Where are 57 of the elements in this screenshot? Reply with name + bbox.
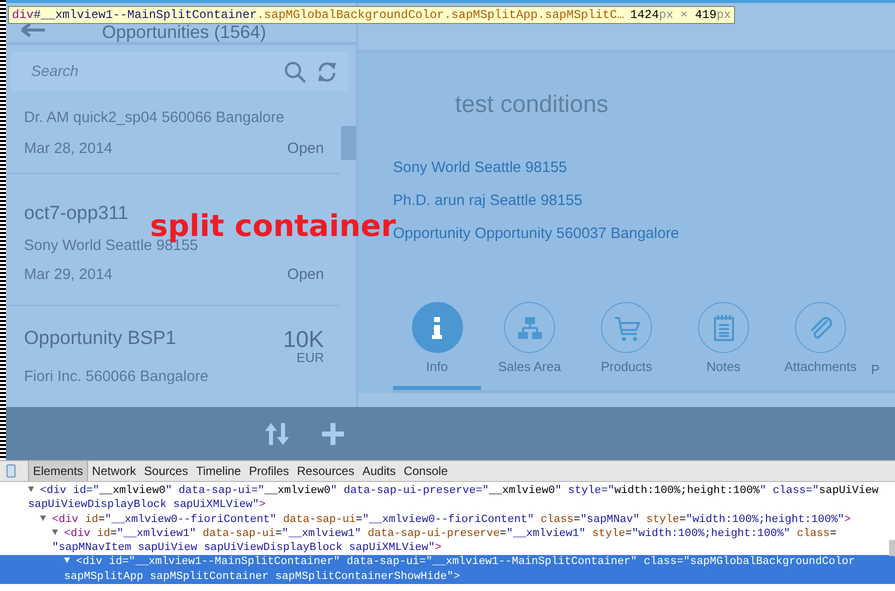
size-text: 1424px × 419px bbox=[630, 8, 731, 22]
item-status: Open bbox=[287, 140, 324, 157]
scrollbar-thumb[interactable] bbox=[889, 540, 895, 556]
hierarchy-icon bbox=[516, 316, 542, 338]
icon-tab[interactable]: Sales Area bbox=[481, 300, 578, 390]
item-currency: EUR bbox=[296, 350, 324, 366]
search-bar[interactable]: Search bbox=[11, 52, 348, 91]
detail-link[interactable]: Opportunity Opportunity 560037 Bangalore bbox=[393, 225, 895, 242]
devtools-tab[interactable]: Sources bbox=[140, 461, 192, 481]
item-title[interactable]: oct7-opp311 bbox=[24, 203, 128, 225]
devtools-tab[interactable]: Resources bbox=[293, 461, 358, 481]
code-line: <div id="__xmlview0--fioriContent" data-sap-ui="__xmlview0--fioriContent" class="sapMNav" style="width:100%;height:100%"> bbox=[52, 512, 851, 527]
info-icon bbox=[432, 316, 442, 338]
icon-tab[interactable]: Notes bbox=[675, 300, 772, 390]
expand-toggle[interactable]: ▼ bbox=[28, 484, 40, 498]
code-line: sapMSplitApp sapMSplitContainer sapMSplitContainerShowHide"> bbox=[64, 570, 460, 584]
item-description: Fiori Inc. 560066 Bangalore bbox=[24, 368, 210, 385]
expand-toggle[interactable]: ▼ bbox=[64, 555, 76, 570]
code-line: <div id="__xmlview1" data-sap-ui="__xmlview1" data-sap-ui-preserve="__xmlview1" style="width:100%;height:100%" class= bbox=[64, 526, 836, 542]
item-description: Dr. AM quick2_sp04 560066 Bangalore bbox=[24, 109, 286, 126]
icon-tab[interactable]: Attachments bbox=[772, 300, 869, 390]
expand-toggle[interactable]: ▼ bbox=[52, 526, 64, 542]
detail-link[interactable]: Ph.D. arun raj Seattle 98155 bbox=[393, 192, 895, 209]
icon-tab[interactable]: Info bbox=[393, 300, 481, 390]
add-icon[interactable] bbox=[321, 422, 345, 446]
scrollbar-thumb[interactable] bbox=[341, 126, 356, 160]
devtools-tab[interactable]: Console bbox=[400, 461, 452, 481]
devtools-tab[interactable]: Profiles bbox=[244, 461, 293, 481]
item-status: Open bbox=[287, 266, 324, 283]
devtools-tab[interactable]: Audits bbox=[358, 461, 400, 481]
item-date: Mar 29, 2014 bbox=[24, 266, 112, 283]
back-arrow-icon[interactable] bbox=[20, 22, 46, 38]
code-line: <div id="__xmlview0" data-sap-ui="__xmlview0" data-sap-ui-preserve="__xmlview0" style="width:100%;height:100%" class="sapUiView bbox=[40, 484, 878, 498]
devtools-tab[interactable]: Network bbox=[88, 461, 140, 481]
code-line: <div id="__xmlview1--MainSplitContainer" data-sap-ui="__xmlview1--MainSplitContainer" class="sapMGlobalBackgroundColor bbox=[76, 555, 855, 570]
devtools-tab[interactable]: Elements bbox=[28, 461, 88, 481]
devtools-tab[interactable]: Timeline bbox=[192, 461, 245, 481]
notepad-icon bbox=[714, 314, 734, 340]
item-amount: 10K bbox=[283, 328, 324, 350]
sort-icon[interactable] bbox=[264, 422, 290, 446]
item-title[interactable]: Opportunity BSP1 bbox=[24, 328, 176, 366]
detail-link[interactable]: Sony World Seattle 98155 bbox=[393, 159, 895, 176]
expand-toggle[interactable]: ▼ bbox=[40, 512, 52, 527]
list-title: Opportunities (1564) bbox=[102, 22, 266, 42]
refresh-icon[interactable] bbox=[316, 60, 338, 83]
device-icon[interactable] bbox=[6, 464, 16, 478]
code-line: sapUiViewDisplayBlock sapUiXMLView"> bbox=[28, 498, 266, 513]
search-field[interactable]: Search bbox=[31, 63, 274, 80]
search-icon[interactable] bbox=[284, 60, 306, 83]
item-date: Mar 28, 2014 bbox=[24, 140, 112, 157]
code-line: "sapMNavItem sapUiView sapUiViewDisplayBlock sapUiXMLView"> bbox=[52, 541, 442, 556]
cart-icon bbox=[614, 314, 640, 340]
detail-heading: test conditions bbox=[455, 91, 610, 119]
paperclip-icon bbox=[808, 316, 832, 338]
icon-tab[interactable]: Products bbox=[578, 300, 675, 390]
selector-text: div#__xmlview1--MainSplitContainer.sapMGlobalBackgroundColor.sapMSplitApp.sapMSplitC… bbox=[12, 8, 624, 22]
icon-tab[interactable]: P bbox=[869, 300, 880, 390]
